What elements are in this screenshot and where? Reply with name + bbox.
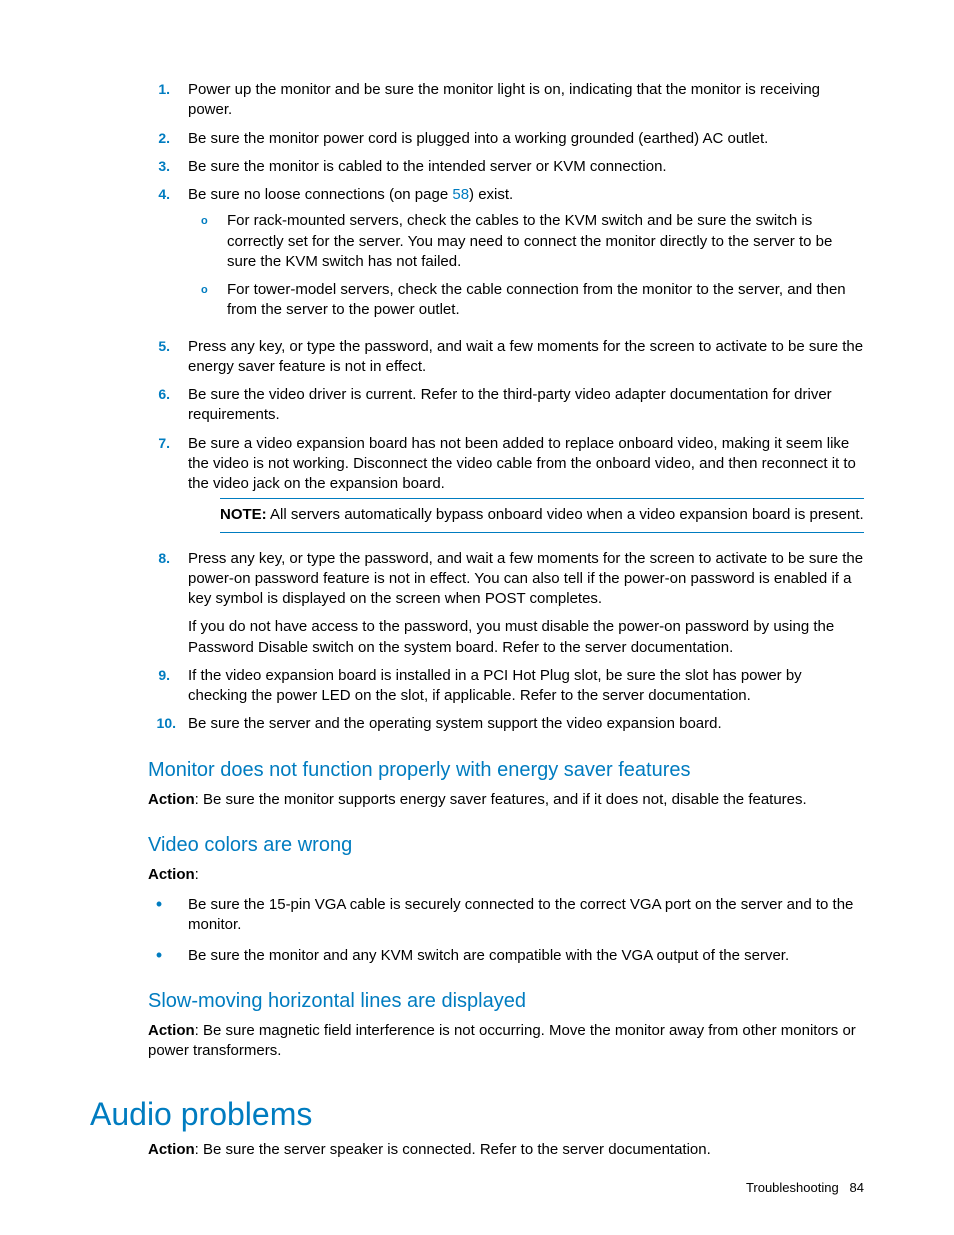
action-body: : Be sure the server speaker is connecte… xyxy=(195,1141,711,1158)
ordered-list: 1. Power up the monitor and be sure the … xyxy=(90,80,864,735)
section-heading: Slow-moving horizontal lines are display… xyxy=(90,988,864,1015)
text: If you do not have access to the passwor… xyxy=(188,617,864,658)
page-link[interactable]: 58 xyxy=(452,186,469,203)
list-item: 4. Be sure no loose connections (on page… xyxy=(148,185,864,329)
list-number: 10. xyxy=(148,714,176,734)
list-number: 3. xyxy=(148,157,170,177)
list-number: 9. xyxy=(148,666,170,707)
list-item: 7. Be sure a video expansion board has n… xyxy=(148,434,864,541)
list-body: Be sure the 15-pin VGA cable is securely… xyxy=(188,895,864,936)
sub-item: o For rack-mounted servers, check the ca… xyxy=(188,211,864,272)
list-body: Be sure a video expansion board has not … xyxy=(188,434,864,541)
bullet-list: • Be sure the 15-pin VGA cable is secure… xyxy=(90,895,864,966)
list-number: 2. xyxy=(148,129,170,149)
list-item: 9. If the video expansion board is insta… xyxy=(148,666,864,707)
note-body: All servers automatically bypass onboard… xyxy=(267,506,864,523)
text: Press any key, or type the password, and… xyxy=(188,549,864,610)
list-item: 1. Power up the monitor and be sure the … xyxy=(148,80,864,121)
sub-item: o For tower-model servers, check the cab… xyxy=(188,280,864,321)
list-item: 3. Be sure the monitor is cabled to the … xyxy=(148,157,864,177)
list-body: Be sure the monitor and any KVM switch a… xyxy=(188,946,789,966)
note-box: NOTE: All servers automatically bypass o… xyxy=(220,498,864,532)
sub-list: o For rack-mounted servers, check the ca… xyxy=(188,211,864,320)
sub-body: For rack-mounted servers, check the cabl… xyxy=(227,211,864,272)
section-body: Action: Be sure magnetic field interfere… xyxy=(90,1021,864,1062)
action-label: Action xyxy=(148,1022,195,1039)
page-footer: Troubleshooting 84 xyxy=(746,1179,864,1197)
section-body: Action: Be sure the server speaker is co… xyxy=(90,1140,864,1160)
list-body: Press any key, or type the password, and… xyxy=(188,549,864,658)
list-item: 10. Be sure the server and the operating… xyxy=(148,714,864,734)
bullet-icon: • xyxy=(148,946,170,966)
list-body: Be sure the monitor power cord is plugge… xyxy=(188,129,864,149)
sub-body: For tower-model servers, check the cable… xyxy=(227,280,864,321)
list-item: 2. Be sure the monitor power cord is plu… xyxy=(148,129,864,149)
action-colon: : xyxy=(195,866,199,883)
list-body: Press any key, or type the password, and… xyxy=(188,337,864,378)
list-item: 6. Be sure the video driver is current. … xyxy=(148,385,864,426)
bullet-icon: • xyxy=(148,895,170,936)
footer-page: 84 xyxy=(850,1180,864,1195)
chapter-heading: Audio problems xyxy=(90,1093,864,1136)
list-number: 1. xyxy=(148,80,170,121)
note-label: NOTE: xyxy=(220,506,267,523)
list-number: 8. xyxy=(148,549,170,658)
list-body: Be sure the video driver is current. Ref… xyxy=(188,385,864,426)
page: 1. Power up the monitor and be sure the … xyxy=(0,0,954,1235)
list-body: Be sure no loose connections (on page 58… xyxy=(188,185,864,329)
list-number: 5. xyxy=(148,337,170,378)
section-body: Action: Be sure the monitor supports ene… xyxy=(90,790,864,810)
action-label: Action xyxy=(148,791,195,808)
section-heading: Monitor does not function properly with … xyxy=(90,757,864,784)
list-item: 5. Press any key, or type the password, … xyxy=(148,337,864,378)
action-body: : Be sure the monitor supports energy sa… xyxy=(195,791,807,808)
text: Be sure no loose connections (on page xyxy=(188,186,452,203)
section-body: Action: xyxy=(90,865,864,885)
list-item: • Be sure the monitor and any KVM switch… xyxy=(148,946,864,966)
circle-bullet-icon: o xyxy=(201,214,215,272)
list-number: 7. xyxy=(148,434,170,541)
list-number: 4. xyxy=(148,185,170,329)
list-item: • Be sure the 15-pin VGA cable is secure… xyxy=(148,895,864,936)
list-body: Power up the monitor and be sure the mon… xyxy=(188,80,864,121)
circle-bullet-icon: o xyxy=(201,283,215,321)
list-number: 6. xyxy=(148,385,170,426)
text: Be sure a video expansion board has not … xyxy=(188,435,856,493)
footer-section: Troubleshooting xyxy=(746,1180,839,1195)
list-body: Be sure the monitor is cabled to the int… xyxy=(188,157,864,177)
action-body: : Be sure magnetic field interference is… xyxy=(148,1022,856,1059)
list-item: 8. Press any key, or type the password, … xyxy=(148,549,864,658)
action-label: Action xyxy=(148,1141,195,1158)
text: ) exist. xyxy=(469,186,513,203)
list-body: If the video expansion board is installe… xyxy=(188,666,864,707)
action-label: Action xyxy=(148,866,195,883)
section-heading: Video colors are wrong xyxy=(90,832,864,859)
list-body: Be sure the server and the operating sys… xyxy=(188,714,864,734)
